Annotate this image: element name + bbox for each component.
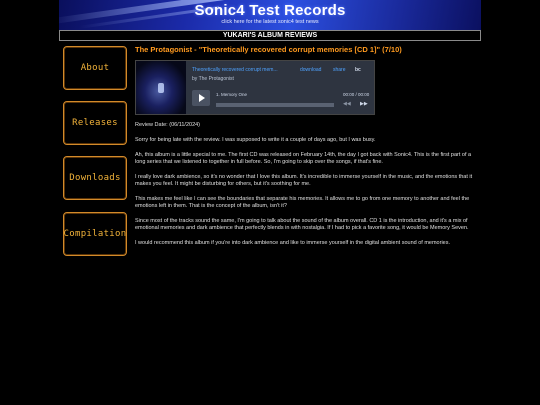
review-paragraph: This makes me feel like I can see the bo… bbox=[135, 196, 470, 209]
review-date: Review Date: (06/11/2024) bbox=[135, 122, 201, 128]
previous-track-icon[interactable]: ◀◀ bbox=[343, 101, 351, 107]
bandcamp-player[interactable]: Theoretically recovered corrupt mem... d… bbox=[135, 60, 375, 115]
player-download-link[interactable]: download bbox=[300, 67, 321, 73]
review-paragraph: Sorry for being late with the review. I … bbox=[135, 137, 376, 143]
nav-downloads-button[interactable]: Downloads bbox=[63, 156, 127, 200]
review-paragraph: I really love dark ambience, so it's no … bbox=[135, 174, 473, 187]
player-progress-bar[interactable] bbox=[216, 103, 334, 107]
player-time: 00:00 / 00:00 bbox=[343, 92, 370, 97]
review-paragraph: I would recommend this album if you're i… bbox=[135, 240, 451, 246]
section-title: YUKARI'S ALBUM REVIEWS bbox=[59, 30, 481, 41]
album-cover-image[interactable] bbox=[136, 61, 186, 114]
review-paragraph: Ah, this album is a little special to me… bbox=[135, 152, 472, 165]
review-body: Review Date: (06/11/2024) Sorry for bein… bbox=[135, 122, 477, 255]
bandcamp-logo[interactable]: bc bbox=[355, 67, 361, 73]
next-track-icon[interactable]: ▶▶ bbox=[360, 101, 368, 107]
player-album-title[interactable]: Theoretically recovered corrupt mem... bbox=[192, 67, 278, 73]
player-artist[interactable]: by The Protagonist bbox=[192, 76, 234, 82]
review-content: The Protagonist - "Theoretically recover… bbox=[135, 44, 477, 246]
nav-releases-button[interactable]: Releases bbox=[63, 101, 127, 145]
player-track-name: 1. Memory One bbox=[216, 92, 248, 97]
cover-art-glow bbox=[158, 83, 164, 93]
site-title: Sonic4 Test Records bbox=[194, 2, 346, 19]
site-banner[interactable]: Sonic4 Test Records click here for the l… bbox=[59, 0, 481, 30]
review-heading: The Protagonist - "Theoretically recover… bbox=[135, 45, 402, 54]
play-icon bbox=[198, 94, 205, 102]
review-paragraph: Since most of the tracks sound the same,… bbox=[135, 218, 469, 231]
nav-compilation-button[interactable]: Compilation bbox=[63, 212, 127, 256]
banner-news-link[interactable]: click here for the latest sonic4 test ne… bbox=[59, 19, 481, 25]
play-button[interactable] bbox=[192, 90, 210, 106]
player-share-link[interactable]: share bbox=[333, 67, 346, 73]
nav-about-button[interactable]: About bbox=[63, 46, 127, 90]
